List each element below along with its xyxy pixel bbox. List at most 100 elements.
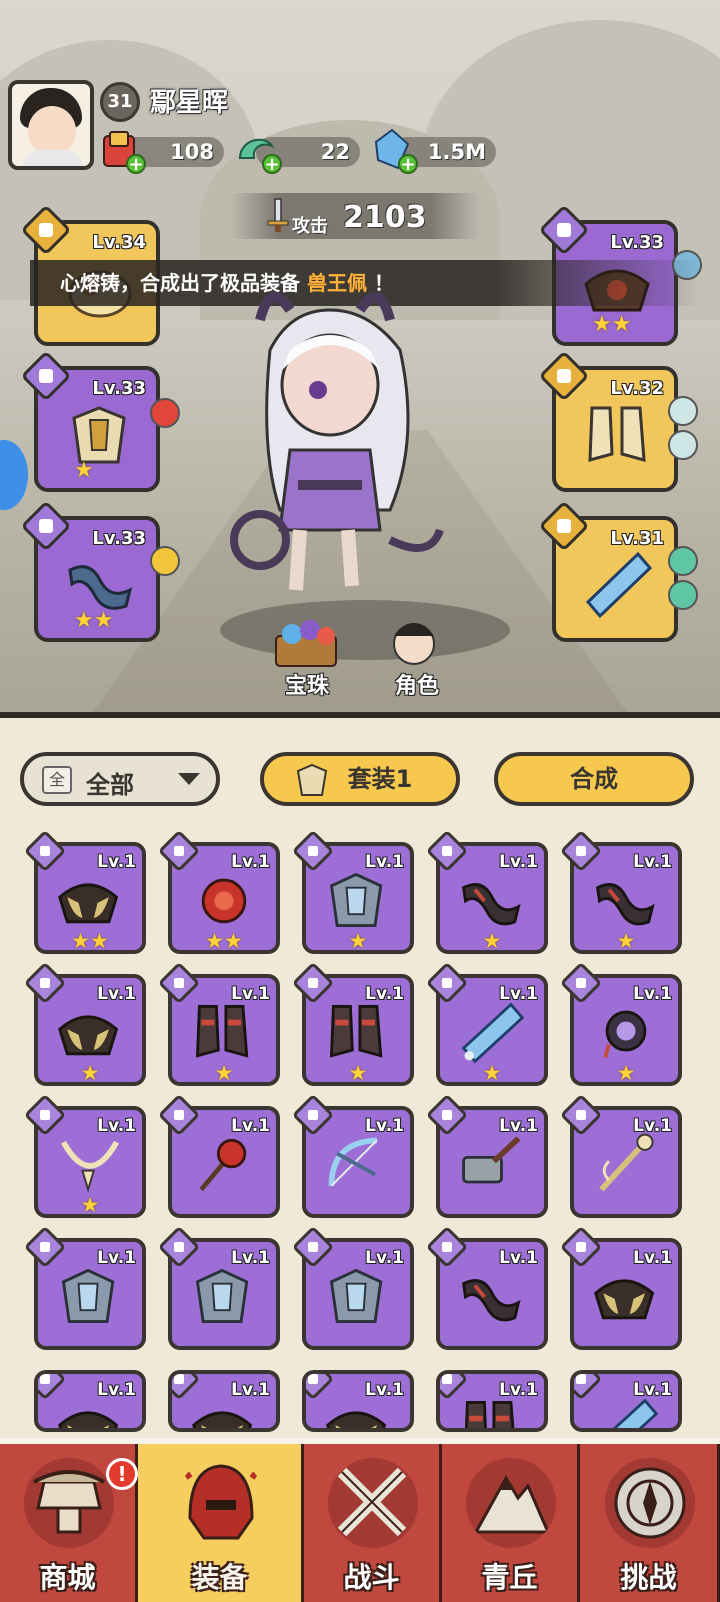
inventory-item[interactable]: Lv.1 <box>570 1370 682 1432</box>
inventory-item[interactable]: Lv.1 ★ <box>425 829 548 954</box>
combine-button[interactable]: 合成 <box>494 752 694 806</box>
star-rating: ★ <box>38 1194 142 1216</box>
category-icon <box>559 829 603 873</box>
inventory-item[interactable]: Lv.1 <box>23 1225 146 1350</box>
orb-pendant-icon <box>201 878 247 924</box>
slot-level: Lv.32 <box>610 378 664 399</box>
shoulder-icon <box>326 1411 387 1428</box>
player-avatar[interactable] <box>8 80 94 170</box>
inventory-item[interactable]: Lv.1 <box>291 1225 414 1350</box>
shop-icon <box>24 1458 114 1548</box>
helmet-icon <box>177 1462 265 1540</box>
necklace-icon <box>60 1140 120 1193</box>
jade-dragon-icon[interactable]: + <box>234 128 282 174</box>
inventory-item[interactable]: Lv.1 ★ <box>291 961 414 1086</box>
inventory-item[interactable]: Lv.1 <box>168 1370 280 1432</box>
star-rating: ★ <box>38 1062 142 1084</box>
inventory-item[interactable]: Lv.1 ★ <box>23 961 146 1086</box>
boots-icon <box>329 1005 383 1058</box>
inventory-item[interactable]: Lv.1 ★ <box>23 1093 146 1218</box>
star-icon: ★ <box>616 929 636 953</box>
inventory-item[interactable]: Lv.1 ★★ <box>157 829 280 954</box>
equip-slot-right-2[interactable]: Lv.32 <box>538 350 698 492</box>
slot-level: Lv.33 <box>92 528 146 549</box>
alert-badge-icon: ! <box>106 1458 138 1490</box>
shoulder-icon <box>192 1411 253 1428</box>
category-icon <box>291 961 335 1005</box>
nav-tab-label: 青丘 <box>481 1561 538 1594</box>
category-icon <box>425 1225 469 1269</box>
inventory-item[interactable]: Lv.1 ★ <box>291 829 414 954</box>
slot-level: Lv.31 <box>610 528 664 549</box>
orbs-button[interactable]: 宝珠 <box>262 610 352 700</box>
inventory-item[interactable]: Lv.1 <box>425 1093 548 1218</box>
orbs-label: 宝珠 <box>284 674 329 699</box>
set-label: 套装1 <box>347 765 413 793</box>
inventory-item[interactable]: Lv.1 ★ <box>425 961 548 1086</box>
boots-icon <box>588 406 646 463</box>
inventory-item[interactable]: Lv.1 <box>436 1370 548 1432</box>
character-button[interactable]: 角色 <box>372 610 462 700</box>
ticket-bag-icon[interactable]: + <box>98 128 146 174</box>
nav-tab-label: 战斗 <box>343 1561 400 1594</box>
equip-slot-left-2[interactable]: Lv.33 ★ <box>20 350 180 492</box>
inventory-item[interactable]: Lv.1 <box>559 1093 682 1218</box>
equip-slot-right-3[interactable]: Lv.31 <box>538 500 698 642</box>
shoulder-icon <box>58 1411 119 1428</box>
bracer-icon <box>462 883 521 926</box>
star-icon: ★ <box>348 929 368 953</box>
scene-divider <box>0 712 720 718</box>
set-button[interactable]: 套装1 <box>260 752 460 806</box>
category-filter-dropdown[interactable]: 全 全部 <box>20 752 220 806</box>
category-icon <box>425 829 469 873</box>
category-icon <box>291 1093 335 1137</box>
star-icon: ★ <box>80 1061 100 1085</box>
nav-tab-2[interactable]: 装备 <box>138 1444 304 1602</box>
category-icon <box>291 1225 335 1269</box>
red-gem-icon <box>150 398 180 428</box>
category-icon <box>291 829 335 873</box>
star-rating: ★ <box>440 930 544 952</box>
attack-value: 2103 <box>343 200 427 235</box>
star-icon: ★ <box>90 929 109 953</box>
nav-tab-5[interactable]: 挑战 <box>580 1444 720 1602</box>
crystal-icon[interactable]: + <box>370 128 418 174</box>
star-rating: ★ <box>306 930 410 952</box>
equip-slot-left-3[interactable]: Lv.33 ★★ <box>20 500 180 642</box>
nav-tab-3[interactable]: 战斗 <box>304 1444 442 1602</box>
flower-staff-icon <box>199 1138 247 1192</box>
inventory-item[interactable]: Lv.1 <box>157 1093 280 1218</box>
green-gem-icon <box>668 580 698 610</box>
player-name: 鄢星晖 <box>150 88 229 118</box>
hammer-icon <box>462 1136 521 1184</box>
inventory-item[interactable]: Lv.1 <box>302 1370 414 1432</box>
slot-level: Lv.33 <box>610 232 664 253</box>
inventory-item[interactable]: Lv.1 ★ <box>157 961 280 1086</box>
inventory-item[interactable]: Lv.1 <box>425 1225 548 1350</box>
nav-tab-label: 装备 <box>191 1561 248 1594</box>
nav-tab-1[interactable]: 商城! <box>0 1444 138 1602</box>
hero-character[interactable] <box>220 290 470 620</box>
star-rating: ★★ <box>38 930 142 952</box>
category-icon <box>157 1225 201 1269</box>
star-icon: ★ <box>71 929 90 953</box>
shoulder-icon <box>58 883 119 924</box>
inventory-item[interactable]: Lv.1 ★★ <box>23 829 146 954</box>
nav-tab-4[interactable]: 青丘 <box>442 1444 580 1602</box>
inventory-item[interactable]: Lv.1 <box>157 1225 280 1350</box>
sword-icon <box>262 197 292 233</box>
inventory-item[interactable]: Lv.1 <box>559 1225 682 1350</box>
star-icon: ★ <box>616 1061 636 1085</box>
star-icon: ★ <box>482 929 502 953</box>
inventory-item[interactable]: Lv.1 ★ <box>559 961 682 1086</box>
armor-icon <box>195 1268 249 1323</box>
inventory-item[interactable]: Lv.1 <box>34 1370 146 1432</box>
star-icon: ★ <box>482 1061 502 1085</box>
category-icon <box>157 829 201 873</box>
category-icon <box>157 961 201 1005</box>
slot-level: Lv.34 <box>92 232 146 253</box>
inventory-item[interactable]: Lv.1 <box>291 1093 414 1218</box>
star-rating: ★ <box>440 1062 544 1084</box>
inventory-item[interactable]: Lv.1 ★ <box>559 829 682 954</box>
armor-icon <box>329 872 383 927</box>
